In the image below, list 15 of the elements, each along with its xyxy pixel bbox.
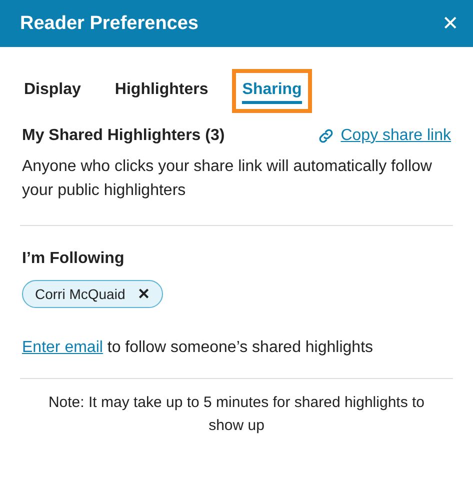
dialog-title: Reader Preferences: [20, 12, 198, 34]
chip-label: Corri McQuaid: [35, 286, 126, 302]
follow-text: Enter email to follow someone’s shared highlights: [22, 338, 374, 358]
close-button[interactable]: ✕: [440, 11, 461, 36]
description-text: Anyone who clicks your share link will automatically follow your public highlighters: [22, 157, 433, 201]
section-heading: I’m Following: [22, 250, 124, 268]
enter-email-link[interactable]: Enter email: [22, 339, 103, 356]
copy-share-link[interactable]: Copy share link: [316, 127, 451, 145]
section-heading: My Shared Highlighters (3): [22, 127, 225, 145]
link-icon: [316, 127, 335, 145]
tab[interactable]: Highlighters: [104, 69, 218, 113]
tab[interactable]: Display: [14, 69, 91, 113]
tab[interactable]: Sharing: [232, 69, 312, 113]
remove-button[interactable]: ✕: [137, 285, 150, 303]
note-text: Note: It may take up to 5 minutes for shared highlights to show up: [47, 393, 426, 436]
